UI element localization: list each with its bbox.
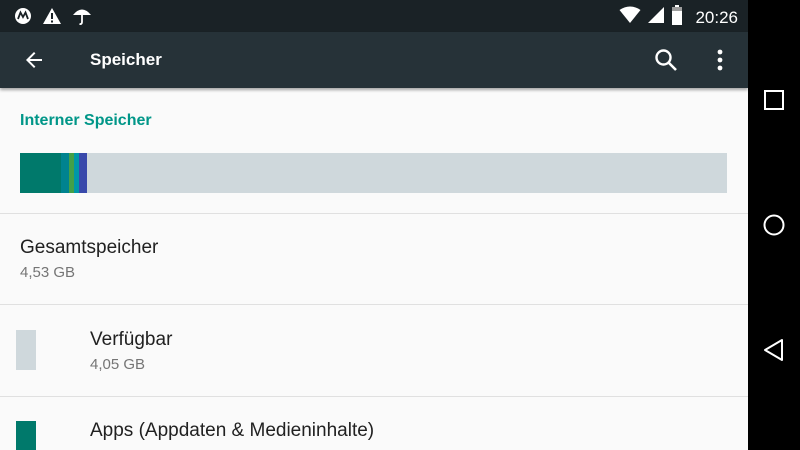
divider — [0, 396, 748, 397]
status-right-icons: 20:26 — [619, 5, 738, 30]
divider — [0, 304, 748, 305]
status-left-icons — [14, 6, 92, 31]
screen: 20:26 Speicher Interner Speicher Gesamts… — [0, 0, 748, 450]
total-storage-value: 4,53 GB — [20, 264, 76, 281]
status-time: 20:26 — [695, 7, 738, 27]
apps-label[interactable]: Apps (Appdaten & Medieninhalte) — [90, 420, 374, 442]
warning-icon — [42, 7, 62, 30]
cell-signal-icon — [647, 6, 665, 29]
usage-segment-4 — [79, 153, 88, 193]
available-value: 4,05 GB — [90, 356, 146, 373]
umbrella-icon — [72, 6, 92, 31]
available-label[interactable]: Verfügbar — [90, 329, 172, 351]
recents-icon[interactable] — [760, 86, 788, 114]
available-color-swatch — [16, 330, 36, 370]
status-bar: 20:26 — [0, 0, 748, 32]
divider — [0, 213, 748, 214]
motorola-icon — [14, 7, 32, 30]
more-vert-icon[interactable] — [706, 46, 734, 74]
home-icon[interactable] — [760, 211, 788, 239]
usage-segment-0 — [20, 153, 61, 193]
storage-usage-bar — [20, 153, 727, 193]
navigation-bar — [748, 0, 800, 450]
app-toolbar: Speicher — [0, 32, 748, 88]
total-storage-label: Gesamtspeicher — [20, 237, 159, 258]
usage-segment-1 — [61, 153, 69, 193]
search-icon[interactable] — [652, 46, 680, 74]
apps-color-swatch — [16, 421, 36, 450]
battery-icon — [671, 5, 683, 30]
back-icon[interactable] — [760, 336, 788, 364]
page-title: Speicher — [90, 50, 162, 69]
section-title-internal-storage: Interner Speicher — [20, 112, 152, 129]
arrow-back-icon[interactable] — [20, 46, 48, 74]
wifi-icon — [619, 6, 641, 29]
